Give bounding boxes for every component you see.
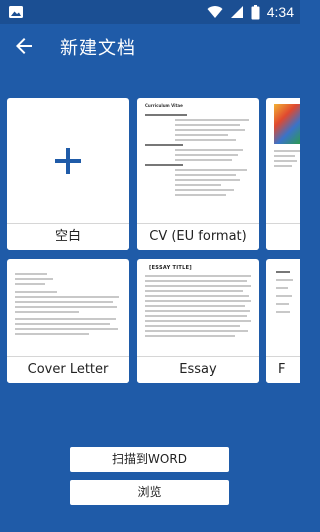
template-card-photo[interactable] bbox=[266, 98, 300, 250]
blank-preview bbox=[7, 98, 129, 223]
scan-to-word-button[interactable]: 扫描到WORD bbox=[70, 447, 229, 472]
essay-header-text: [ESSAY TITLE] bbox=[149, 265, 192, 271]
template-card-essay[interactable]: [ESSAY TITLE] Essay bbox=[137, 259, 259, 383]
template-card-cv[interactable]: Curriculum Vitae CV (EU format) bbox=[137, 98, 259, 250]
template-label bbox=[266, 223, 300, 250]
photo-image bbox=[274, 104, 300, 144]
essay-preview: [ESSAY TITLE] bbox=[137, 259, 259, 356]
template-label: Essay bbox=[137, 356, 259, 383]
cv-preview: Curriculum Vitae bbox=[137, 98, 259, 223]
template-label: Cover Letter bbox=[7, 356, 129, 383]
photo-doc-preview bbox=[266, 98, 300, 223]
template-card-blank[interactable]: 空白 bbox=[7, 98, 129, 250]
cv-heading: Curriculum Vitae bbox=[145, 103, 183, 108]
template-label: F bbox=[266, 356, 300, 383]
plus-icon bbox=[55, 147, 81, 174]
template-card-cover-letter[interactable]: Cover Letter bbox=[7, 259, 129, 383]
template-card-form[interactable]: F bbox=[266, 259, 300, 383]
cv-lines bbox=[145, 114, 251, 199]
template-label: CV (EU format) bbox=[137, 223, 259, 250]
template-label: 空白 bbox=[7, 223, 129, 250]
form-preview bbox=[266, 259, 300, 356]
browse-button[interactable]: 浏览 bbox=[70, 480, 229, 505]
letter-preview bbox=[7, 259, 129, 356]
